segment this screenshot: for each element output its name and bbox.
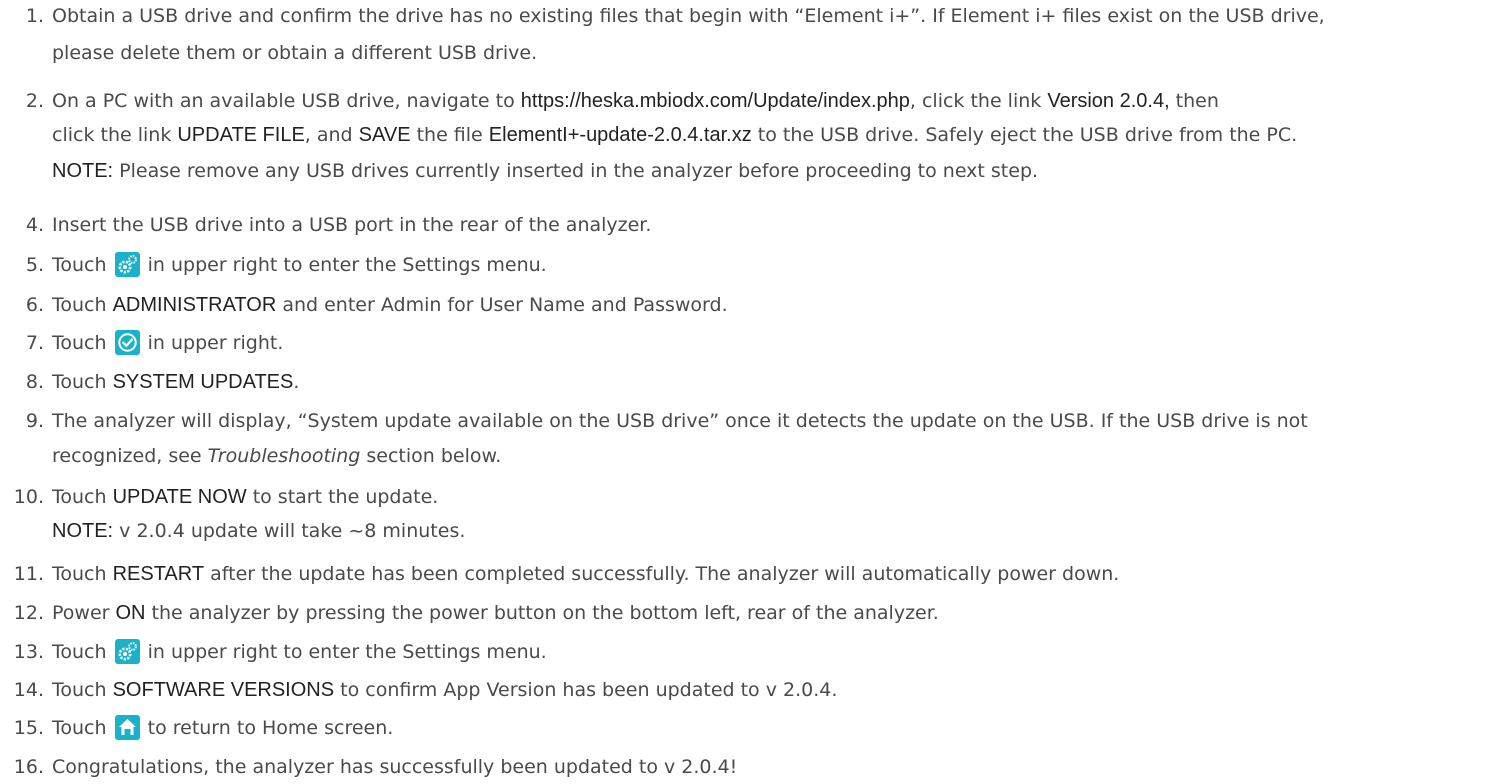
step-number: 2. <box>25 90 44 112</box>
step-number: 1. <box>25 5 44 27</box>
step-text: after the update has been completed succ… <box>204 563 1120 585</box>
on-keyword: ON <box>115 602 146 624</box>
step-text: Touch <box>52 679 113 701</box>
note-label: NOTE: <box>52 160 114 182</box>
step-text: to confirm App Version has been updated … <box>334 679 838 701</box>
gears-icon <box>114 639 140 664</box>
step-text: On a PC with an available USB drive, nav… <box>52 90 521 112</box>
note-line: NOTE: Please remove any USB drives curre… <box>52 158 1478 185</box>
step-text: the file <box>410 124 489 146</box>
update-file-link[interactable]: UPDATE FILE <box>177 124 304 146</box>
step-number: 12. <box>13 602 44 624</box>
step-text: click the link <box>52 124 178 146</box>
administrator-keyword: ADMINISTRATOR <box>112 294 277 316</box>
update-url-link[interactable]: https://heska.mbiodx.com/Update/index.ph… <box>521 90 910 112</box>
step-number: 8. <box>25 371 44 393</box>
step-number: 4. <box>25 214 44 236</box>
step-text: Congratulations, the analyzer has succes… <box>52 756 738 778</box>
step-number: 10. <box>13 486 44 508</box>
step-text: Touch <box>52 486 113 508</box>
step-number: 7. <box>25 332 44 354</box>
step-text: to the USB drive. Safely eject the USB d… <box>751 124 1298 146</box>
system-updates-keyword: SYSTEM UPDATES <box>112 371 294 393</box>
step-number: 5. <box>25 254 44 276</box>
step-text: Touch <box>52 254 113 276</box>
step-number: 6. <box>25 294 44 316</box>
save-keyword: SAVE <box>358 124 411 146</box>
step-text: in upper right to enter the Settings men… <box>141 641 547 663</box>
step-text: Power <box>52 602 116 624</box>
step-text: the analyzer by pressing the power butto… <box>145 602 939 624</box>
step-text: Touch <box>52 294 113 316</box>
step-text: Touch <box>52 641 113 663</box>
step-text: . <box>293 371 300 393</box>
step-number: 15. <box>13 717 44 739</box>
note-text: v 2.0.4 update will take ~8 minutes. <box>113 520 466 542</box>
file-name: ElementI+-update-2.0.4.tar.xz <box>488 124 752 146</box>
step-text-line-1: On a PC with an available USB drive, nav… <box>52 88 1478 115</box>
step-number: 13. <box>13 641 44 663</box>
step-text: to start the update. <box>246 486 439 508</box>
step-text-line-2: please delete them or obtain a different… <box>52 42 538 64</box>
step-text: Touch <box>52 332 113 354</box>
step-text: in upper right. <box>141 332 284 354</box>
step-text: Touch <box>52 563 113 585</box>
step-text-line-1: Touch UPDATE NOW to start the update. <box>52 484 1478 511</box>
update-now-keyword: UPDATE NOW <box>112 486 247 508</box>
step-number: 9. <box>25 410 44 432</box>
software-versions-keyword: SOFTWARE VERSIONS <box>112 679 335 701</box>
step-text-line-2: recognized, see Troubleshooting section … <box>52 443 1478 470</box>
note-label: NOTE: <box>52 520 114 542</box>
troubleshooting-reference: Troubleshooting <box>207 445 361 467</box>
note-line: NOTE: v 2.0.4 update will take ~8 minute… <box>52 518 1478 545</box>
step-text: , click the link <box>909 90 1048 112</box>
step-text: Insert the USB drive into a USB port in … <box>52 214 652 236</box>
step-number: 11. <box>13 563 44 585</box>
note-text: Please remove any USB drives currently i… <box>113 160 1039 182</box>
step-text: Touch <box>52 371 113 393</box>
step-text: to return to Home screen. <box>141 717 394 739</box>
version-link[interactable]: Version 2.0.4, <box>1047 90 1169 112</box>
checkmark-circle-icon <box>114 330 140 355</box>
step-text: recognized, see <box>52 445 208 467</box>
restart-keyword: RESTART <box>112 563 205 585</box>
step-text: , and <box>304 124 359 146</box>
gears-icon <box>114 252 140 277</box>
step-number: 16. <box>13 756 44 778</box>
step-text-line-1: Obtain a USB drive and confirm the drive… <box>52 5 1325 27</box>
instructions-document: 1. Obtain a USB drive and confirm the dr… <box>0 0 1485 784</box>
step-text: in upper right to enter the Settings men… <box>141 254 547 276</box>
home-icon <box>114 715 140 740</box>
step-text-line-1: The analyzer will display, “System updat… <box>52 410 1308 432</box>
step-text: then <box>1169 90 1219 112</box>
step-text: and enter Admin for User Name and Passwo… <box>276 294 728 316</box>
step-text: section below. <box>360 445 502 467</box>
step-text: Touch <box>52 717 113 739</box>
step-text-line-2: click the link UPDATE FILE, and SAVE the… <box>52 122 1478 149</box>
step-number: 14. <box>13 679 44 701</box>
